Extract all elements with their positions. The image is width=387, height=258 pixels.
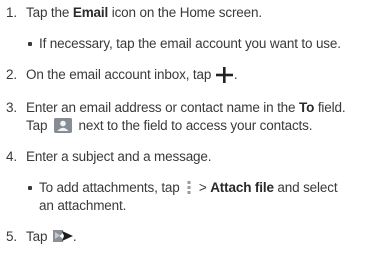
step-text: Tap the Email icon on the Home screen. [26,5,262,20]
bullet-text: To add attachments, tap > Attach file an… [39,179,338,195]
step-text: Tap . [26,229,77,244]
bullet-marker [28,186,32,190]
instruction-document: 1. Tap the Email icon on the Home screen… [0,0,387,258]
step-number: 2. [6,67,17,82]
to-bold-label: To [299,100,315,115]
attach-file-bold-label: Attach file [210,180,274,195]
bullet-text: If necessary, tap the email account you … [39,36,341,51]
bullet-text: an attachment. [39,198,127,213]
step-text: On the email account inbox, tap . [26,67,238,84]
step-text: Enter an email address or contact name i… [26,100,346,115]
menu-icon [187,179,191,195]
bullet-marker [28,42,32,46]
step-text: Enter a subject and a message. [26,149,212,164]
send-icon [52,229,73,243]
plus-icon [215,67,234,84]
step-text: Tap next to the field to access your con… [26,117,313,133]
contact-icon [53,117,72,133]
step-number: 3. [6,100,17,115]
email-bold-label: Email [72,5,109,20]
step-number: 4. [6,149,17,164]
step-number: 1. [6,5,17,20]
step-number: 5. [6,229,17,244]
